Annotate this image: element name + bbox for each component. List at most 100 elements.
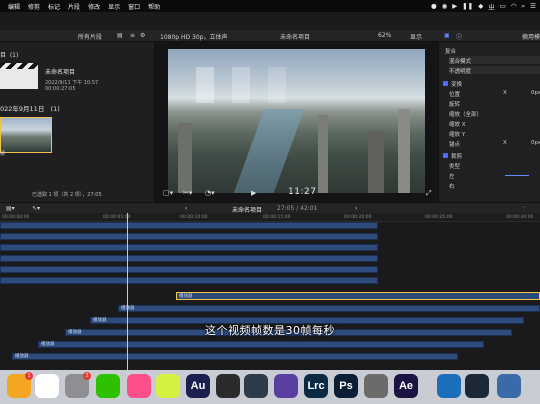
selected-clip[interactable]: 播放器 — [176, 292, 540, 300]
battery-icon[interactable]: ▭ — [500, 2, 506, 10]
inspector-tab-icon[interactable]: ▣ — [444, 32, 450, 39]
view-menu[interactable]: 显示 — [410, 32, 422, 41]
timeline-clip[interactable]: 播放器 — [118, 305, 540, 312]
dock-photos-icon[interactable]: 1 — [7, 372, 33, 398]
dock-app-viewer-icon[interactable] — [364, 374, 388, 398]
input-method-icon[interactable]: ㄓ — [488, 1, 495, 11]
filmstrip-icon[interactable]: ▤ — [117, 32, 123, 39]
gear-icon[interactable]: ⚙ — [140, 32, 145, 39]
composite-section: 复合 — [445, 49, 457, 55]
fullscreen-icon[interactable]: ⤢ — [426, 189, 432, 198]
info-icon[interactable]: ⓘ — [456, 32, 462, 41]
record-icon[interactable]: ● — [431, 2, 437, 10]
dock-photoshop-icon[interactable]: Ps — [334, 374, 358, 398]
menu-clip[interactable]: 片段 — [68, 2, 80, 11]
dock-system-preferences-icon[interactable]: 2 — [65, 372, 91, 398]
menu-mark[interactable]: 标记 — [48, 2, 60, 11]
menu-modify[interactable]: 修改 — [88, 2, 100, 11]
road — [231, 109, 305, 193]
speed-icon[interactable]: ◔▾ — [205, 189, 215, 197]
back-arrow-icon[interactable]: ‹ — [185, 205, 187, 212]
window-titlebar — [0, 12, 540, 30]
clip-thumbnail[interactable] — [0, 117, 52, 153]
position-x-value[interactable]: 0px — [531, 90, 540, 96]
anchor-x-label: X — [503, 140, 507, 146]
transform-checkbox[interactable] — [443, 81, 448, 86]
menu-help[interactable]: 帮助 — [148, 2, 160, 11]
position-x-label: X — [503, 90, 507, 96]
ruler-tick: 00:00:10:00 — [180, 215, 208, 220]
clip-name: 播放器 — [41, 342, 55, 347]
anchor-x-value[interactable]: 0px — [531, 140, 540, 146]
building — [318, 115, 328, 193]
timeline[interactable]: 播放器 播放器 播放器 播放器 播放器 播放器 — [0, 222, 540, 370]
timeline-clip[interactable] — [0, 255, 378, 262]
timeline-clip[interactable] — [0, 266, 378, 273]
menu-view[interactable]: 显示 — [108, 2, 120, 11]
playhead[interactable] — [127, 213, 128, 370]
timeline-clip[interactable]: 播放器 — [12, 353, 458, 360]
dock-lightroom-classic-icon[interactable]: Lrc — [304, 374, 328, 398]
rotation-label: 旋转 — [449, 102, 461, 108]
zoom-menu[interactable]: 62% — [378, 32, 391, 39]
dock-app-label: Ps — [339, 380, 353, 392]
timeline-clip[interactable] — [0, 222, 378, 229]
crop-left-label: 左 — [449, 174, 455, 180]
overlay-band — [196, 67, 214, 103]
play-status-icon[interactable]: ▶ — [452, 2, 457, 10]
ruler-tick: 00:00:20:00 — [344, 215, 372, 220]
dock-baidu-netdisk-icon[interactable] — [35, 374, 59, 398]
timeline-clip[interactable]: 播放器 — [38, 341, 484, 348]
menu-edit[interactable]: 编辑 — [8, 2, 20, 11]
dropbox-icon[interactable]: ◆ — [478, 2, 483, 10]
anchor-label: 锚点 — [449, 142, 461, 148]
dock-finder-window-icon[interactable] — [497, 374, 521, 398]
dock-app-pink-icon[interactable] — [127, 374, 151, 398]
dock-pixelmator-icon[interactable] — [274, 374, 298, 398]
wifi-icon[interactable]: ◠ — [511, 2, 517, 10]
dock-audition-icon[interactable]: Au — [186, 374, 210, 398]
crop-type-label: 类型 — [449, 164, 461, 170]
dock-davinci-resolve-icon[interactable] — [244, 374, 268, 398]
menu-trim[interactable]: 修剪 — [28, 2, 40, 11]
dock-app-green-icon[interactable] — [156, 374, 180, 398]
transform-tool-icon[interactable]: ✂▾ — [183, 189, 192, 197]
menu-window[interactable]: 窗口 — [128, 2, 140, 11]
project-thumbnail[interactable] — [0, 63, 38, 89]
project-duration: 00:00:27:05 — [45, 86, 76, 92]
crop-left-slider[interactable] — [505, 175, 529, 176]
wechat-status-icon[interactable]: ◉ — [442, 2, 448, 10]
dock-after-effects-icon[interactable]: Ae — [394, 374, 418, 398]
dock-quicktime-icon[interactable] — [437, 374, 461, 398]
select-tool-icon[interactable]: ↖▾ — [32, 205, 40, 212]
list-view-icon[interactable]: ≡ — [130, 32, 135, 39]
timeline-clip[interactable] — [0, 233, 378, 240]
timeline-clip[interactable] — [0, 244, 378, 251]
scale-y-label: 缩放 Y — [449, 132, 466, 138]
crop-checkbox[interactable] — [443, 153, 448, 158]
play-button-icon[interactable]: ▶ — [251, 189, 256, 197]
ruler-tick: 00:00:25:00 — [425, 215, 453, 220]
date-group-header[interactable]: 022年9月11日 (1) — [0, 103, 60, 113]
timeline-ruler[interactable]: 00:00:00:00 00:00:05:00 00:00:10:00 00:0… — [0, 213, 540, 222]
event-header[interactable]: 目 (1) — [0, 50, 18, 59]
audio-meter-icon[interactable]: ⫶ — [523, 205, 525, 213]
pause-status-icon[interactable]: ❚❚ — [462, 2, 473, 10]
control-center-icon[interactable]: ☰ — [530, 2, 536, 10]
dock-wechat-icon[interactable] — [96, 374, 120, 398]
view-options-icon[interactable]: ▢▾ — [163, 189, 173, 197]
transform-section: 变换 — [451, 82, 463, 88]
video-frame[interactable] — [168, 49, 425, 193]
dock-final-cut-pro-icon[interactable] — [216, 374, 240, 398]
forward-arrow-icon[interactable]: › — [355, 205, 357, 212]
dock-steam-icon[interactable] — [465, 374, 489, 398]
project-format: 1080p HD 30p，立体声 — [160, 34, 228, 41]
timeline-clip[interactable] — [0, 277, 378, 284]
search-icon[interactable]: ⌕ — [522, 2, 526, 11]
timeline-index-icon[interactable]: ▤▾ — [6, 205, 15, 212]
timecode-display[interactable]: 11:27 — [288, 187, 316, 197]
dock-app-label: Lrc — [307, 380, 325, 392]
position-label: 位置 — [449, 92, 461, 98]
clip-filter-menu[interactable]: 所有片段 — [78, 32, 102, 41]
crop-section: 裁剪 — [451, 154, 463, 160]
